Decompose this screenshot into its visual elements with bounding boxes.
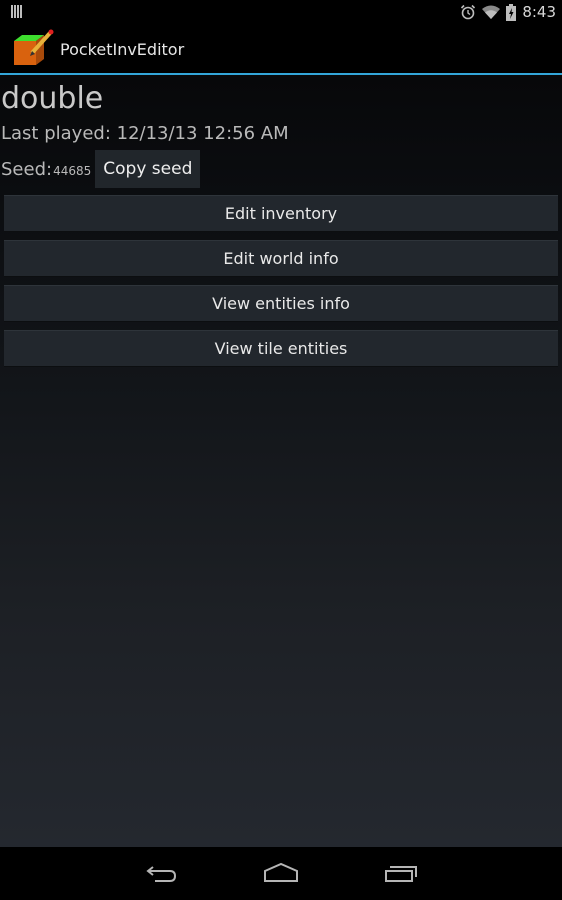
seed-label: Seed: xyxy=(1,158,53,180)
status-bar: 8:43 xyxy=(0,0,562,24)
edit-inventory-button[interactable]: Edit inventory xyxy=(4,195,558,232)
world-name: double xyxy=(1,81,104,116)
view-tile-entities-button[interactable]: View tile entities xyxy=(4,330,558,367)
edit-world-info-button[interactable]: Edit world info xyxy=(4,240,558,277)
main-content: double Last played: 12/13/13 12:56 AM Se… xyxy=(0,75,562,847)
last-played: Last played: 12/13/13 12:56 AM xyxy=(1,123,289,144)
clock-time: 8:43 xyxy=(522,3,556,21)
seed-row: Seed: 44685 Copy seed xyxy=(1,150,201,188)
app-title: PocketInvEditor xyxy=(60,40,185,59)
copy-seed-button[interactable]: Copy seed xyxy=(95,150,201,188)
wifi-icon xyxy=(482,5,501,19)
back-icon[interactable] xyxy=(145,861,179,885)
view-entities-info-button[interactable]: View entities info xyxy=(4,285,558,322)
notification-barcode-icon xyxy=(11,5,22,18)
seed-value: 44685 xyxy=(53,164,92,178)
navigation-bar xyxy=(0,847,562,900)
battery-charging-icon xyxy=(506,3,517,21)
pocketinveditor-icon[interactable] xyxy=(12,29,56,69)
home-icon[interactable] xyxy=(263,861,299,885)
recent-apps-icon[interactable] xyxy=(384,861,418,885)
alarm-icon xyxy=(461,4,476,20)
